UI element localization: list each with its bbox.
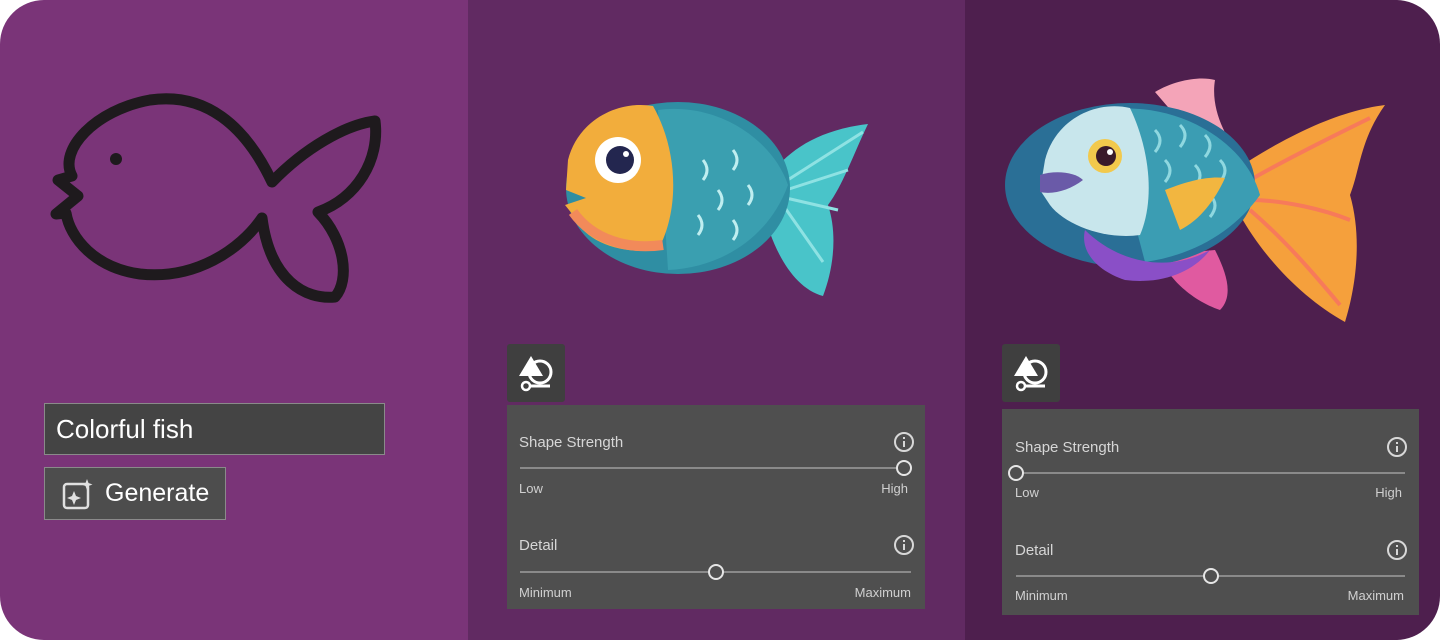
result-panel-1: Shape Strength Low High Detail Minimum M…: [468, 0, 965, 640]
shape-strength-slider-thumb[interactable]: [1008, 465, 1024, 481]
shape-strength-slider-thumb[interactable]: [896, 460, 912, 476]
shape-strength-max-label: High: [881, 481, 908, 496]
fish-sketch-outline: [50, 93, 382, 303]
shape-strength-track[interactable]: [520, 467, 904, 469]
result-panel-2: Shape Strength Low High Detail Minimum M…: [965, 0, 1440, 640]
generate-label: Generate: [105, 479, 210, 507]
detail-slider-thumb[interactable]: [1202, 568, 1219, 584]
shape-strength-info-icon[interactable]: [894, 432, 914, 452]
detail-label: Detail: [519, 537, 558, 554]
shape-reference-button[interactable]: [507, 344, 565, 402]
shape-strength-max-label: High: [1375, 485, 1402, 500]
detail-slider-thumb[interactable]: [707, 564, 724, 580]
detail-info-icon[interactable]: [1387, 540, 1407, 560]
canvas: Generate Shape Strength: [0, 0, 1440, 640]
fish-illustration-simple: [565, 102, 868, 296]
prompt-input[interactable]: [44, 403, 385, 455]
generation-settings-panel: Shape Strength Low High Detail Minimum M…: [507, 405, 925, 609]
detail-max-label: Maximum: [1347, 588, 1404, 603]
generate-button[interactable]: Generate: [44, 467, 226, 520]
shape-strength-info-icon[interactable]: [1387, 437, 1407, 457]
shape-strength-label: Shape Strength: [519, 434, 624, 451]
shape-strength-min-label: Low: [519, 481, 543, 496]
detail-min-label: Minimum: [519, 585, 572, 600]
detail-info-icon[interactable]: [894, 535, 914, 555]
shape-strength-min-label: Low: [1015, 485, 1039, 500]
detail-max-label: Maximum: [854, 585, 911, 600]
shape-reference-button[interactable]: [1002, 344, 1060, 402]
generate-sparkle-icon: [62, 478, 93, 509]
fish-illustration-detailed: [1005, 78, 1385, 322]
shape-reference-icon: [1014, 356, 1048, 392]
shape-reference-icon: [519, 356, 553, 392]
detail-min-label: Minimum: [1015, 588, 1068, 603]
detail-label: Detail: [1015, 542, 1054, 559]
sketch-panel: Generate: [0, 0, 468, 640]
shape-strength-label: Shape Strength: [1015, 439, 1120, 456]
generation-settings-panel: Shape Strength Low High Detail Minimum M…: [1002, 409, 1419, 615]
shape-strength-track[interactable]: [1016, 472, 1405, 474]
